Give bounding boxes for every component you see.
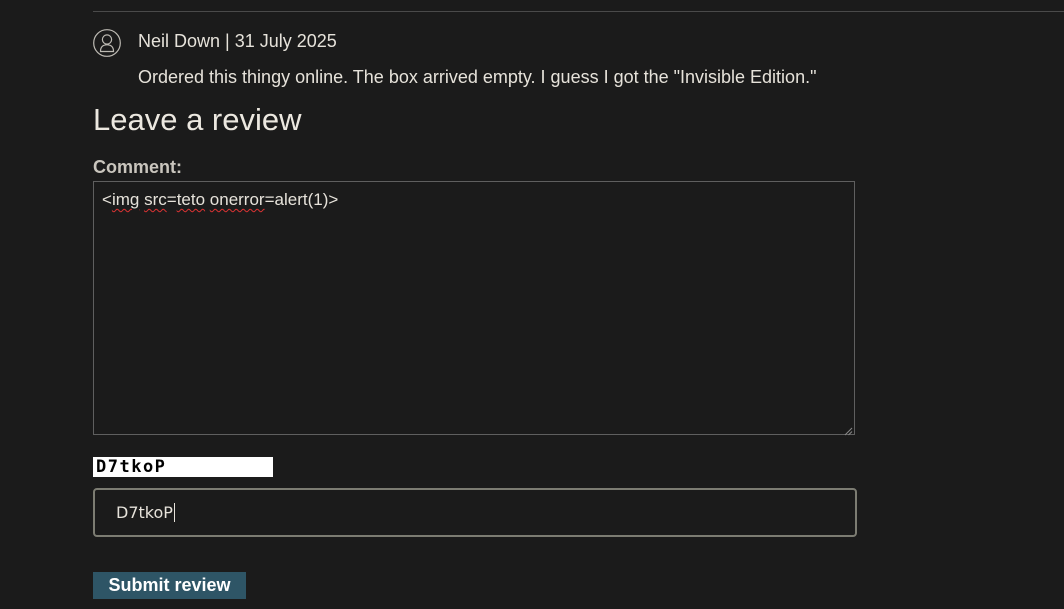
review-author-date: Neil Down | 31 July 2025 bbox=[138, 31, 337, 51]
user-avatar-icon bbox=[93, 29, 121, 57]
top-divider bbox=[93, 11, 1064, 12]
comment-value: <img src=teto onerror=alert(1)> bbox=[102, 190, 339, 209]
text-cursor bbox=[173, 503, 175, 522]
comment-label: Comment: bbox=[93, 157, 182, 177]
submit-review-button[interactable]: Submit review bbox=[93, 572, 246, 599]
comment-textarea[interactable]: <img src=teto onerror=alert(1)> bbox=[93, 181, 855, 436]
captcha-input[interactable]: D7tkoP bbox=[93, 488, 857, 537]
review-text: Ordered this thingy online. The box arri… bbox=[138, 67, 817, 87]
captcha-image-text: D7tkoP bbox=[96, 457, 167, 477]
captcha-input-value: D7tkoP bbox=[116, 503, 175, 522]
leave-review-heading: Leave a review bbox=[93, 102, 302, 137]
captcha-image: D7tkoP bbox=[93, 457, 273, 477]
resize-handle-icon[interactable] bbox=[843, 423, 853, 436]
